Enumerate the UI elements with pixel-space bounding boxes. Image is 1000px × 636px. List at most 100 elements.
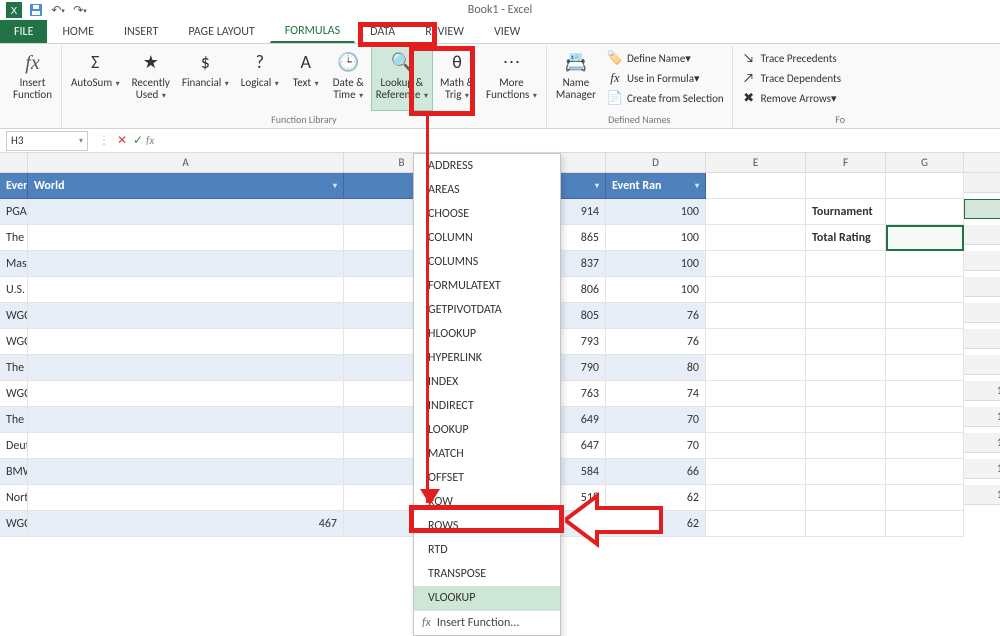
tab-formulas[interactable]: FORMULAS <box>270 20 355 43</box>
cell-b[interactable] <box>28 381 344 407</box>
row-header[interactable]: 13 <box>964 459 1000 479</box>
cell-rank[interactable]: 66 <box>606 459 706 485</box>
datetime-button[interactable]: 🕒Date &Time ▾ <box>328 46 369 111</box>
column-header[interactable]: A <box>28 153 344 173</box>
row-header[interactable]: 1 <box>964 153 1000 173</box>
cell[interactable] <box>886 303 964 329</box>
cell[interactable] <box>886 329 964 355</box>
financial-button[interactable]: $Financial ▾ <box>177 46 234 111</box>
cell[interactable] <box>706 407 806 433</box>
row-header[interactable]: 8 <box>964 329 1000 349</box>
cell-rank[interactable]: 100 <box>606 199 706 225</box>
cell-b[interactable] <box>28 303 344 329</box>
insert-function-button[interactable]: fx Insert Function <box>8 46 57 111</box>
redo-icon[interactable]: ↷▾ <box>72 2 88 18</box>
cell-rank[interactable]: 76 <box>606 329 706 355</box>
column-header[interactable]: G <box>886 153 964 173</box>
cell-event[interactable]: WGC-Accenture Match Play Championship <box>0 329 28 355</box>
side-label[interactable] <box>806 303 886 329</box>
cell-rank[interactable]: 76 <box>606 303 706 329</box>
undo-icon[interactable]: ↶▾ <box>50 2 66 18</box>
row-header[interactable]: 14 <box>964 485 1000 505</box>
mathtrig-button[interactable]: θMath &Trig ▾ <box>435 46 479 111</box>
lookup-reference-dropdown[interactable]: ADDRESSAREASCHOOSECOLUMNCOLUMNSFORMULATE… <box>413 153 561 636</box>
tab-page-layout[interactable]: PAGE LAYOUT <box>173 20 269 43</box>
cell[interactable] <box>706 173 806 199</box>
cell-event[interactable]: Masters Tournament <box>0 251 28 277</box>
side-label[interactable] <box>806 433 886 459</box>
side-label[interactable] <box>806 485 886 511</box>
menu-item-lookup[interactable]: LOOKUP <box>414 418 560 442</box>
cell[interactable] <box>886 459 964 485</box>
name-box[interactable]: H3 ▾ <box>6 131 88 151</box>
column-header[interactable]: F <box>806 153 886 173</box>
create-from-selection-button[interactable]: 📄 Create from Selection <box>603 88 728 108</box>
cell[interactable] <box>706 199 806 225</box>
use-in-formula-button[interactable]: fx Use in Formula ▾ <box>603 68 728 88</box>
menu-item-choose[interactable]: CHOOSE <box>414 202 560 226</box>
cell-event[interactable]: WGC-Cadillac Championship <box>0 381 28 407</box>
cell-b[interactable] <box>28 485 344 511</box>
menu-item-formulatext[interactable]: FORMULATEXT <box>414 274 560 298</box>
column-header[interactable]: E <box>706 153 806 173</box>
menu-item-column[interactable]: COLUMN <box>414 226 560 250</box>
recent-button[interactable]: ★RecentlyUsed ▾ <box>127 46 175 111</box>
menu-item-columns[interactable]: COLUMNS <box>414 250 560 274</box>
cell[interactable] <box>706 303 806 329</box>
column-header[interactable]: D <box>606 153 706 173</box>
table-header-world[interactable]: World▾ <box>28 173 344 199</box>
row-header[interactable]: 2 <box>964 173 1000 193</box>
side-label[interactable]: Total Rating <box>806 225 886 251</box>
row-header[interactable]: 5 <box>964 251 1000 271</box>
menu-item-address[interactable]: ADDRESS <box>414 154 560 178</box>
trace-precedents-button[interactable]: ↘ Trace Precedents <box>737 48 845 68</box>
tab-view[interactable]: VIEW <box>479 20 535 43</box>
cell-rank[interactable]: 100 <box>606 277 706 303</box>
tab-home[interactable]: HOME <box>47 20 109 43</box>
cell-b[interactable] <box>28 277 344 303</box>
cell-b[interactable] <box>28 225 344 251</box>
define-name-button[interactable]: 🏷️ Define Name ▾ <box>603 48 728 68</box>
cell-rank[interactable]: 80 <box>606 355 706 381</box>
menu-item-transpose[interactable]: TRANSPOSE <box>414 562 560 586</box>
cell[interactable] <box>886 485 964 511</box>
menu-item-match[interactable]: MATCH <box>414 442 560 466</box>
cell-b[interactable] <box>28 251 344 277</box>
cell[interactable] <box>706 485 806 511</box>
row-header[interactable]: 9 <box>964 355 1000 375</box>
cell-event[interactable]: PGA Championship <box>0 199 28 225</box>
text-button[interactable]: AText ▾ <box>286 46 326 111</box>
menu-item-indirect[interactable]: INDIRECT <box>414 394 560 418</box>
cell[interactable] <box>806 173 886 199</box>
cell-rank[interactable]: 70 <box>606 433 706 459</box>
menu-item-rtd[interactable]: RTD <box>414 538 560 562</box>
tab-review[interactable]: REVIEW <box>410 20 479 43</box>
cancel-icon[interactable]: ✕ <box>114 133 130 148</box>
row-header[interactable]: 7 <box>964 303 1000 323</box>
cell[interactable] <box>886 251 964 277</box>
side-label[interactable] <box>806 251 886 277</box>
autosum-button[interactable]: ΣAutoSum ▾ <box>66 46 125 111</box>
row-header[interactable]: 4 <box>964 225 1000 245</box>
lookup-button[interactable]: 🔍Lookup &Reference ▾ <box>371 46 433 111</box>
cell[interactable] <box>886 173 964 199</box>
cell-b[interactable]: 467 <box>28 511 344 537</box>
cell-b[interactable] <box>28 433 344 459</box>
table-header-event[interactable]: Event▾ <box>0 173 28 199</box>
logical-button[interactable]: ?Logical ▾ <box>236 46 284 111</box>
more-button[interactable]: ⋯MoreFunctions ▾ <box>481 46 542 111</box>
cell-b[interactable] <box>28 355 344 381</box>
cell[interactable] <box>706 511 806 537</box>
side-label[interactable] <box>806 355 886 381</box>
cell-event[interactable]: The Open Championship (British Open) <box>0 225 28 251</box>
tab-data[interactable]: DATA <box>355 20 410 43</box>
cell-event[interactable]: U.S. Open <box>0 277 28 303</box>
menu-item-hyperlink[interactable]: HYPERLINK <box>414 346 560 370</box>
tab-insert[interactable]: INSERT <box>109 20 173 43</box>
cell[interactable] <box>886 225 964 251</box>
cell[interactable] <box>706 225 806 251</box>
cell[interactable] <box>886 407 964 433</box>
cell[interactable] <box>886 511 964 537</box>
save-icon[interactable] <box>28 2 44 18</box>
row-header[interactable]: 6 <box>964 277 1000 297</box>
